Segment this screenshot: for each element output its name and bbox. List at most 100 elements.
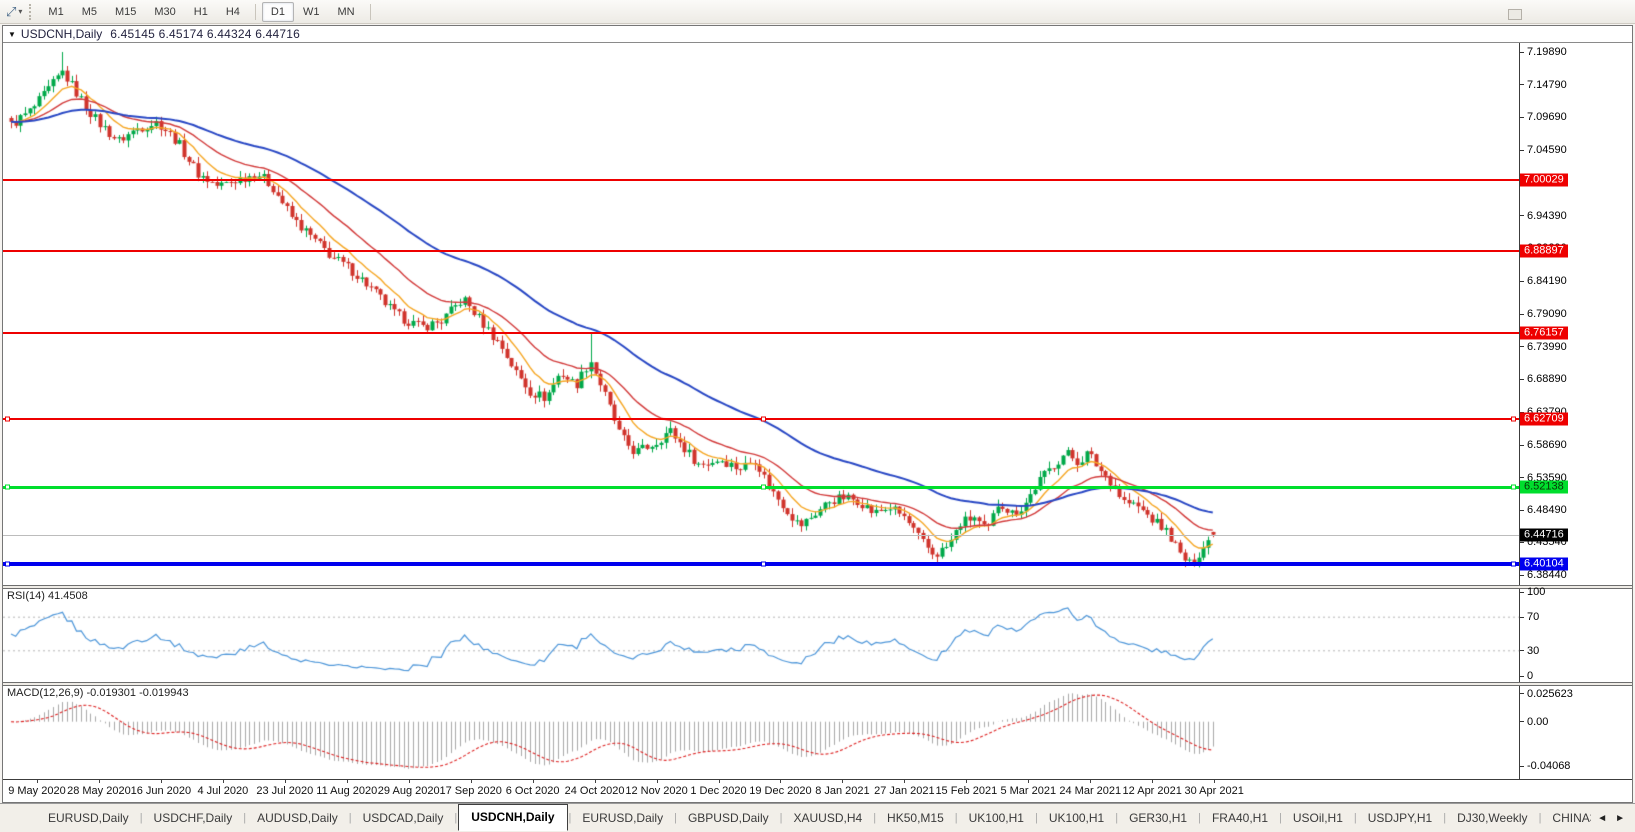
date-tick (1090, 780, 1091, 783)
rsi-tick-label: 100 (1527, 586, 1545, 598)
tick-dash (1520, 477, 1524, 478)
line-handle[interactable] (5, 485, 10, 490)
macd-axis: 0.025623 0.00 -0.04068 (1520, 686, 1632, 779)
tool-dropdown-caret-icon[interactable]: ▾ (18, 7, 25, 16)
chart-tab-usoil-h1[interactable]: USOil,H1 (1283, 807, 1353, 829)
chart-tab-dj30-weekly[interactable]: DJ30,Weekly (1447, 807, 1537, 829)
date-label: 1 Dec 2020 (690, 785, 746, 797)
chart-tab-xauusd-h4[interactable]: XAUUSD,H4 (784, 807, 873, 829)
timeframe-button-w1[interactable]: W1 (294, 2, 329, 22)
line-price-label: 6.40104 (1520, 558, 1568, 571)
chart-tab-audusd-daily[interactable]: AUDUSD,Daily (247, 807, 348, 829)
chart-tab-usdchf-daily[interactable]: USDCHF,Daily (144, 807, 243, 829)
price-tick: 7.09690 (1520, 111, 1567, 123)
timeframe-button-m1[interactable]: M1 (39, 2, 72, 22)
date-label: 12 Nov 2020 (625, 785, 687, 797)
date-label: 11 Aug 2020 (316, 785, 377, 797)
toolbar-overflow-button[interactable] (1508, 9, 1522, 20)
tab-scroll-left-icon[interactable]: ◄ (1597, 813, 1607, 824)
chart-tab-ger30-h1[interactable]: GER30,H1 (1119, 807, 1197, 829)
chart-tab-usdcad-daily[interactable]: USDCAD,Daily (353, 807, 454, 829)
current-price-line (3, 535, 1519, 536)
timeframe-button-d1[interactable]: D1 (262, 2, 294, 22)
timeframe-button-mn[interactable]: MN (328, 2, 363, 22)
price-tick-label: 6.48490 (1527, 504, 1567, 516)
price-tick: 6.73990 (1520, 341, 1567, 353)
rsi-axis: 10070300 (1520, 589, 1632, 682)
main-price-panel: 7.198907.147907.096907.045906.994906.943… (3, 43, 1632, 585)
horizontal-line-6.76157[interactable] (3, 332, 1519, 334)
date-tick (37, 780, 38, 783)
tick-dash (1520, 314, 1524, 315)
date-label: 30 Apr 2021 (1185, 785, 1244, 797)
line-handle[interactable] (761, 417, 766, 422)
date-label: 17 Sep 2020 (439, 785, 501, 797)
rsi-label: RSI(14) 41.4508 (7, 590, 88, 602)
date-axis: 9 May 202028 May 202016 Jun 20204 Jul 20… (3, 779, 1632, 802)
chart-tab-gbpusd-daily[interactable]: GBPUSD,Daily (678, 807, 779, 829)
line-handle[interactable] (1511, 485, 1516, 490)
chart-tab-uk100-h1[interactable]: UK100,H1 (959, 807, 1034, 829)
macd-plot[interactable]: MACD(12,26,9) -0.019301 -0.019943 (3, 686, 1520, 779)
chart-tab-eurusd-daily[interactable]: EURUSD,Daily (38, 807, 139, 829)
timeframe-button-h4[interactable]: H4 (217, 2, 249, 22)
price-tick: 7.19890 (1520, 46, 1567, 58)
line-handle[interactable] (5, 562, 10, 567)
collapse-arrow-icon[interactable]: ▼ (8, 30, 16, 39)
tick-dash (1520, 150, 1524, 151)
chart-tab-uk100-h1[interactable]: UK100,H1 (1039, 807, 1114, 829)
top-toolbar: ⤢ ▾ M1M5M15M30H1H4 D1W1MN (0, 0, 1635, 24)
date-tick (904, 780, 905, 783)
macd-tick: 0.00 (1520, 716, 1548, 728)
date-label: 5 Mar 2021 (1000, 785, 1056, 797)
toolbar-separator (255, 4, 256, 20)
toolbar-grip[interactable] (29, 4, 32, 20)
macd-tick-label: -0.04068 (1527, 760, 1570, 772)
date-tick (1028, 780, 1029, 783)
rsi-tick-label: 0 (1527, 670, 1533, 682)
line-handle[interactable] (1511, 562, 1516, 567)
date-label: 28 May 2020 (67, 785, 131, 797)
current-price-label: 6.44716 (1520, 528, 1568, 541)
chart-tab-bar: EURUSD,Daily|USDCHF,Daily|AUDUSD,Daily|U… (0, 803, 1635, 832)
price-axis[interactable]: 7.198907.147907.096907.045906.994906.943… (1520, 43, 1632, 585)
price-tick-label: 6.68890 (1527, 373, 1567, 385)
price-tick-label: 6.79090 (1527, 308, 1567, 320)
chart-tab-eurusd-daily[interactable]: EURUSD,Daily (572, 807, 673, 829)
price-tick-label: 7.04590 (1527, 144, 1567, 156)
horizontal-line-7.00029[interactable] (3, 179, 1519, 181)
rsi-plot[interactable]: RSI(14) 41.4508 (3, 589, 1520, 682)
chart-tab-hk50-m15[interactable]: HK50,M15 (877, 807, 954, 829)
macd-tick-label: 0.025623 (1527, 688, 1573, 700)
rsi-tick: 100 (1520, 586, 1545, 598)
horizontal-line-6.88897[interactable] (3, 250, 1519, 252)
line-handle[interactable] (761, 562, 766, 567)
line-price-label: 7.00029 (1520, 173, 1568, 186)
chart-tab-usdjpy-h1[interactable]: USDJPY,H1 (1358, 807, 1442, 829)
crosshair-tool-icon[interactable]: ⤢ (4, 4, 18, 20)
timeframe-button-m5[interactable]: M5 (73, 2, 106, 22)
date-label: 8 Jan 2021 (815, 785, 869, 797)
line-handle[interactable] (1511, 417, 1516, 422)
price-tick: 7.04590 (1520, 144, 1567, 156)
timeframe-button-m15[interactable]: M15 (106, 2, 145, 22)
date-tick (533, 780, 534, 783)
line-handle[interactable] (5, 417, 10, 422)
date-tick (409, 780, 410, 783)
line-handle[interactable] (761, 485, 766, 490)
date-label: 23 Jul 2020 (256, 785, 313, 797)
timeframe-button-h1[interactable]: H1 (185, 2, 217, 22)
line-price-label: 6.88897 (1520, 245, 1568, 258)
date-label: 19 Dec 2020 (749, 785, 811, 797)
price-tick-label: 6.84190 (1527, 275, 1567, 287)
date-tick (99, 780, 100, 783)
chart-tab-usdcnh-daily[interactable]: USDCNH,Daily (458, 804, 567, 831)
main-plot[interactable] (3, 43, 1520, 585)
date-tick (1152, 780, 1153, 783)
timeframe-button-m30[interactable]: M30 (145, 2, 184, 22)
tick-dash (1520, 650, 1524, 651)
tab-scroll-right-icon[interactable]: ► (1615, 813, 1625, 824)
rsi-canvas (3, 589, 1519, 682)
chart-tab-fra40-h1[interactable]: FRA40,H1 (1202, 807, 1278, 829)
tick-dash (1520, 84, 1524, 85)
